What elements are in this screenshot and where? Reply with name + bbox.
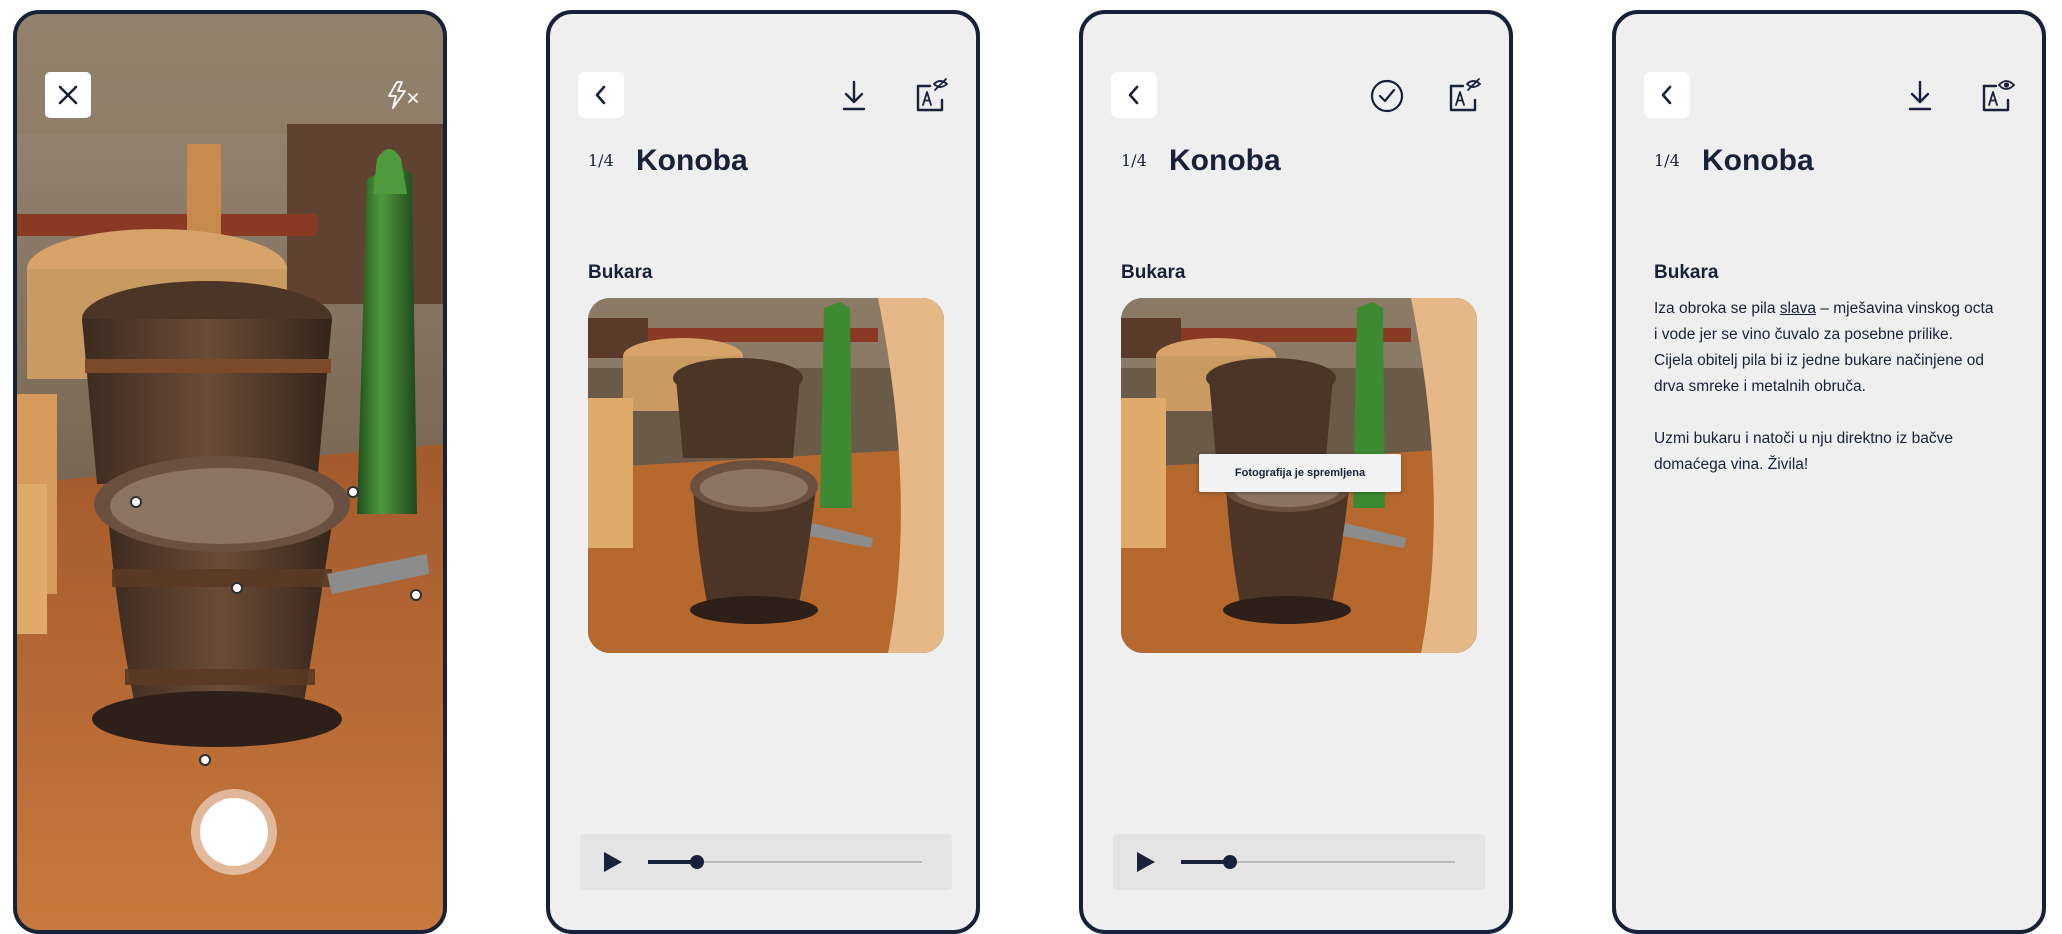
tracking-point (130, 496, 142, 508)
tracking-point (199, 754, 211, 766)
back-button[interactable] (1111, 72, 1157, 118)
close-button[interactable] (45, 72, 91, 118)
item-description: Iza obroka se pila slava – mješavina vin… (1654, 296, 1994, 504)
audio-seek-bar[interactable] (1181, 855, 1455, 869)
audio-player (580, 834, 952, 890)
exhibit-screen: 1/4 Konoba Bukara (546, 10, 980, 934)
play-button[interactable] (1133, 850, 1157, 874)
description-paragraph: Iza obroka se pila slava – mješavina vin… (1654, 296, 1994, 400)
play-icon (604, 852, 622, 872)
page-counter: 1/4 (588, 151, 614, 170)
item-title: Bukara (1654, 262, 1719, 283)
play-icon (1137, 852, 1155, 872)
tracking-point (347, 486, 359, 498)
page-counter: 1/4 (1654, 151, 1680, 170)
text-view-button[interactable] (912, 76, 952, 116)
glossary-link-slava[interactable]: slava (1780, 300, 1816, 317)
tracking-point (410, 589, 422, 601)
text-view-icon (1982, 80, 2016, 112)
audio-seek-thumb[interactable] (1223, 855, 1238, 869)
audio-player (1113, 834, 1485, 890)
saved-indicator (1367, 76, 1407, 116)
chevron-left-icon (1128, 85, 1139, 105)
back-button[interactable] (578, 72, 624, 118)
camera-screen (13, 10, 447, 934)
image-view-button[interactable] (1978, 76, 2018, 116)
shutter-button[interactable] (191, 789, 277, 875)
close-icon (58, 85, 78, 105)
saved-toast: Fotografija je spremljena (1199, 454, 1401, 492)
chevron-left-icon (1661, 85, 1672, 105)
audio-seek-bar[interactable] (648, 855, 922, 869)
page-counter: 1/4 (1121, 151, 1147, 170)
exhibit-screen-saved: 1/4 Konoba Bukara Fotografija je spremlj… (1079, 10, 1513, 934)
shutter-inner (200, 798, 268, 866)
text-view-icon (1449, 78, 1482, 112)
tracking-point (231, 582, 243, 594)
page-title: Konoba (1702, 144, 1814, 177)
item-photo-image (588, 298, 944, 653)
item-title: Bukara (1121, 262, 1186, 283)
description-paragraph: Uzmi bukaru i natoči u nju direktno iz b… (1654, 430, 1953, 473)
item-photo (588, 298, 944, 653)
item-title: Bukara (588, 262, 653, 283)
page-title: Konoba (636, 144, 748, 177)
audio-seek-thumb[interactable] (690, 855, 705, 869)
download-button[interactable] (834, 76, 874, 116)
text-view-button[interactable] (1445, 76, 1485, 116)
download-icon (842, 80, 866, 111)
page-title: Konoba (1169, 144, 1281, 177)
download-button[interactable] (1900, 76, 1940, 116)
back-button[interactable] (1644, 72, 1690, 118)
check-circle-icon (1370, 79, 1404, 113)
exhibit-text-screen: 1/4 Konoba Bukara Iza obroka se pila sla… (1612, 10, 2046, 934)
flash-toggle[interactable] (385, 80, 425, 110)
description-text: Iza obroka se pila (1654, 300, 1780, 317)
chevron-left-icon (595, 85, 606, 105)
play-button[interactable] (600, 850, 624, 874)
flash-off-icon (388, 81, 418, 109)
download-icon (1908, 80, 1932, 111)
text-view-icon (916, 78, 949, 112)
